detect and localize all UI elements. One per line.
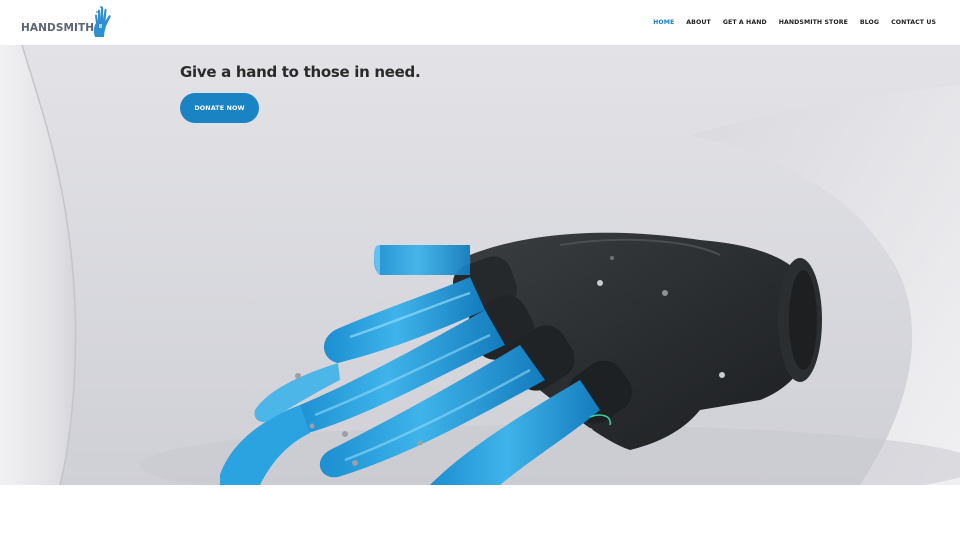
logo[interactable]: HANDSMITH <box>21 0 116 45</box>
hero-image <box>0 45 960 485</box>
nav-contact-us[interactable]: CONTACT US <box>891 19 936 26</box>
nav-get-a-hand[interactable]: GET A HAND <box>723 19 767 26</box>
hero-section: Give a hand to those in need. DONATE NOW <box>0 45 960 485</box>
donate-now-button[interactable]: DONATE NOW <box>180 93 259 123</box>
nav-blog[interactable]: BLOG <box>860 19 879 26</box>
nav-home[interactable]: HOME <box>653 19 674 26</box>
nav-handsmith-store[interactable]: HANDSMITH STORE <box>779 19 848 26</box>
nav-about[interactable]: ABOUT <box>686 19 711 26</box>
site-header: HANDSMITH HOME ABOUT GET A HAND HANDSMIT… <box>0 0 960 45</box>
hand-logo-icon <box>94 6 111 37</box>
main-nav: HOME ABOUT GET A HAND HANDSMITH STORE BL… <box>641 0 936 45</box>
page-content-area <box>0 485 960 540</box>
hero-title: Give a hand to those in need. <box>180 63 421 81</box>
logo-text: HANDSMITH <box>21 21 95 34</box>
